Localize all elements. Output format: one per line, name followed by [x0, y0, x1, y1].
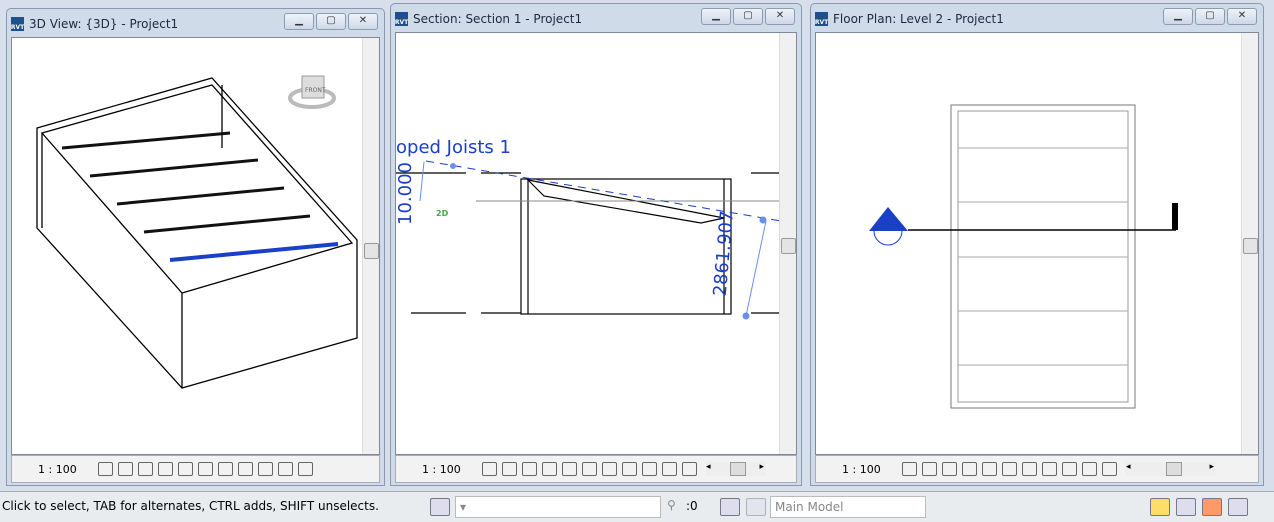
worksets-icon[interactable] [430, 498, 450, 516]
highlight-icon[interactable] [662, 462, 677, 476]
select-underlay-icon[interactable] [1176, 498, 1196, 516]
status-message: Click to select, TAB for alternates, CTR… [2, 499, 379, 513]
show-crop-icon[interactable] [582, 462, 597, 476]
window-title: Section: Section 1 - Project1 [413, 12, 583, 26]
rvt-icon: RVT [395, 12, 408, 26]
viewcube[interactable]: FRONT [288, 75, 336, 109]
section-marker[interactable] [869, 207, 908, 246]
visual-style-icon[interactable] [502, 462, 517, 476]
crop-view-icon[interactable] [982, 462, 997, 476]
constraints-icon[interactable] [682, 462, 697, 476]
rvt-icon: RVT [815, 12, 828, 26]
horizontal-scrollbar[interactable]: ◂ ▸ [706, 462, 766, 476]
window-section-view[interactable]: RVT Section: Section 1 - Project1 ▁ ▢ ✕ o… [390, 3, 802, 486]
reveal-icon[interactable] [278, 462, 293, 476]
selection-count: :0 [686, 499, 698, 513]
reveal-icon[interactable] [622, 462, 637, 476]
horizontal-scrollbar[interactable]: ◂ ▸ [1126, 462, 1216, 476]
render-icon[interactable] [178, 462, 193, 476]
highlight-icon[interactable] [1082, 462, 1097, 476]
crop-view-icon[interactable] [562, 462, 577, 476]
select-by-face-icon[interactable] [1228, 498, 1248, 516]
select-pinned-icon[interactable] [1202, 498, 1222, 516]
hide-isolate-icon[interactable] [602, 462, 617, 476]
joist-tag[interactable]: oped Joists 1 [396, 137, 511, 158]
sun-path-icon[interactable] [138, 462, 153, 476]
detail-level-icon[interactable] [482, 462, 497, 476]
scale-button[interactable]: 1 : 100 [422, 463, 482, 476]
filter-icon[interactable]: ⚲ [667, 498, 685, 514]
3d-model-drawing: FRONT [36, 75, 358, 389]
vertical-scrollbar[interactable] [1241, 33, 1258, 454]
show-crop-icon[interactable] [1002, 462, 1017, 476]
window-title: 3D View: {3D} - Project1 [29, 17, 179, 31]
lock-view-icon[interactable] [238, 462, 253, 476]
3d-canvas[interactable]: FRONT [11, 37, 380, 455]
close-button[interactable]: ✕ [1227, 8, 1257, 25]
status-bar: Click to select, TAB for alternates, CTR… [0, 491, 1274, 522]
scale-button[interactable]: 1 : 100 [38, 463, 98, 476]
scroll-thumb[interactable] [1243, 238, 1258, 254]
minimize-button[interactable]: ▁ [701, 8, 731, 25]
design-option-dropdown[interactable]: Main Model [770, 496, 926, 518]
restore-button[interactable]: ▢ [1195, 8, 1225, 25]
sun-path-icon[interactable] [522, 462, 537, 476]
visual-style-icon[interactable] [922, 462, 937, 476]
view-control-bar: 1 : 100 ◂ ▸ [815, 455, 1259, 483]
vertical-scrollbar[interactable] [779, 33, 796, 454]
shadows-icon[interactable] [158, 462, 173, 476]
design-options-icon[interactable] [746, 498, 766, 516]
restore-button[interactable]: ▢ [316, 13, 346, 30]
view-control-bar: 1 : 100 [11, 455, 380, 483]
window-3d-view[interactable]: RVT 3D View: {3D} - Project1 ▁ ▢ ✕ FRONT … [6, 8, 385, 486]
visual-style-icon[interactable] [98, 462, 113, 476]
3d-box-icon[interactable] [118, 462, 133, 476]
editing-requests-icon[interactable] [720, 498, 740, 516]
scroll-thumb[interactable] [781, 238, 796, 254]
analytical-icon[interactable] [298, 462, 313, 476]
2d-badge: 2D [436, 209, 449, 218]
shadows-icon[interactable] [542, 462, 557, 476]
analytical-icon[interactable] [642, 462, 657, 476]
scroll-thumb[interactable] [364, 243, 379, 259]
shadows-icon[interactable] [962, 462, 977, 476]
dimension-left[interactable]: 10.000 [396, 162, 416, 225]
select-links-icon[interactable] [1150, 498, 1170, 516]
constraints-icon[interactable] [1102, 462, 1117, 476]
rvt-icon: RVT [11, 17, 24, 31]
hide-isolate-icon[interactable] [1022, 462, 1037, 476]
section-canvas[interactable]: oped Joists 1 10.000 2861.907 2D [395, 32, 797, 455]
restore-button[interactable]: ▢ [733, 8, 763, 25]
close-button[interactable]: ✕ [765, 8, 795, 25]
analytical-icon[interactable] [1062, 462, 1077, 476]
detail-level-icon[interactable] [902, 462, 917, 476]
minimize-button[interactable]: ▁ [1163, 8, 1193, 25]
hide-isolate-icon[interactable] [258, 462, 273, 476]
view-control-bar: 1 : 100 ◂ ▸ [395, 455, 797, 483]
reveal-icon[interactable] [1042, 462, 1057, 476]
svg-text:FRONT: FRONT [305, 87, 326, 94]
show-crop-icon[interactable] [218, 462, 233, 476]
plan-canvas[interactable] [815, 32, 1259, 455]
vertical-scrollbar[interactable] [362, 38, 379, 454]
workset-dropdown[interactable]: ▾ [455, 496, 661, 518]
scale-button[interactable]: 1 : 100 [842, 463, 902, 476]
crop-view-icon[interactable] [198, 462, 213, 476]
plan-drawing [869, 104, 1178, 409]
window-title: Floor Plan: Level 2 - Project1 [833, 12, 1004, 26]
close-button[interactable]: ✕ [348, 13, 378, 30]
sun-path-icon[interactable] [942, 462, 957, 476]
window-floor-plan[interactable]: RVT Floor Plan: Level 2 - Project1 ▁ ▢ ✕ … [810, 3, 1264, 486]
minimize-button[interactable]: ▁ [284, 13, 314, 30]
